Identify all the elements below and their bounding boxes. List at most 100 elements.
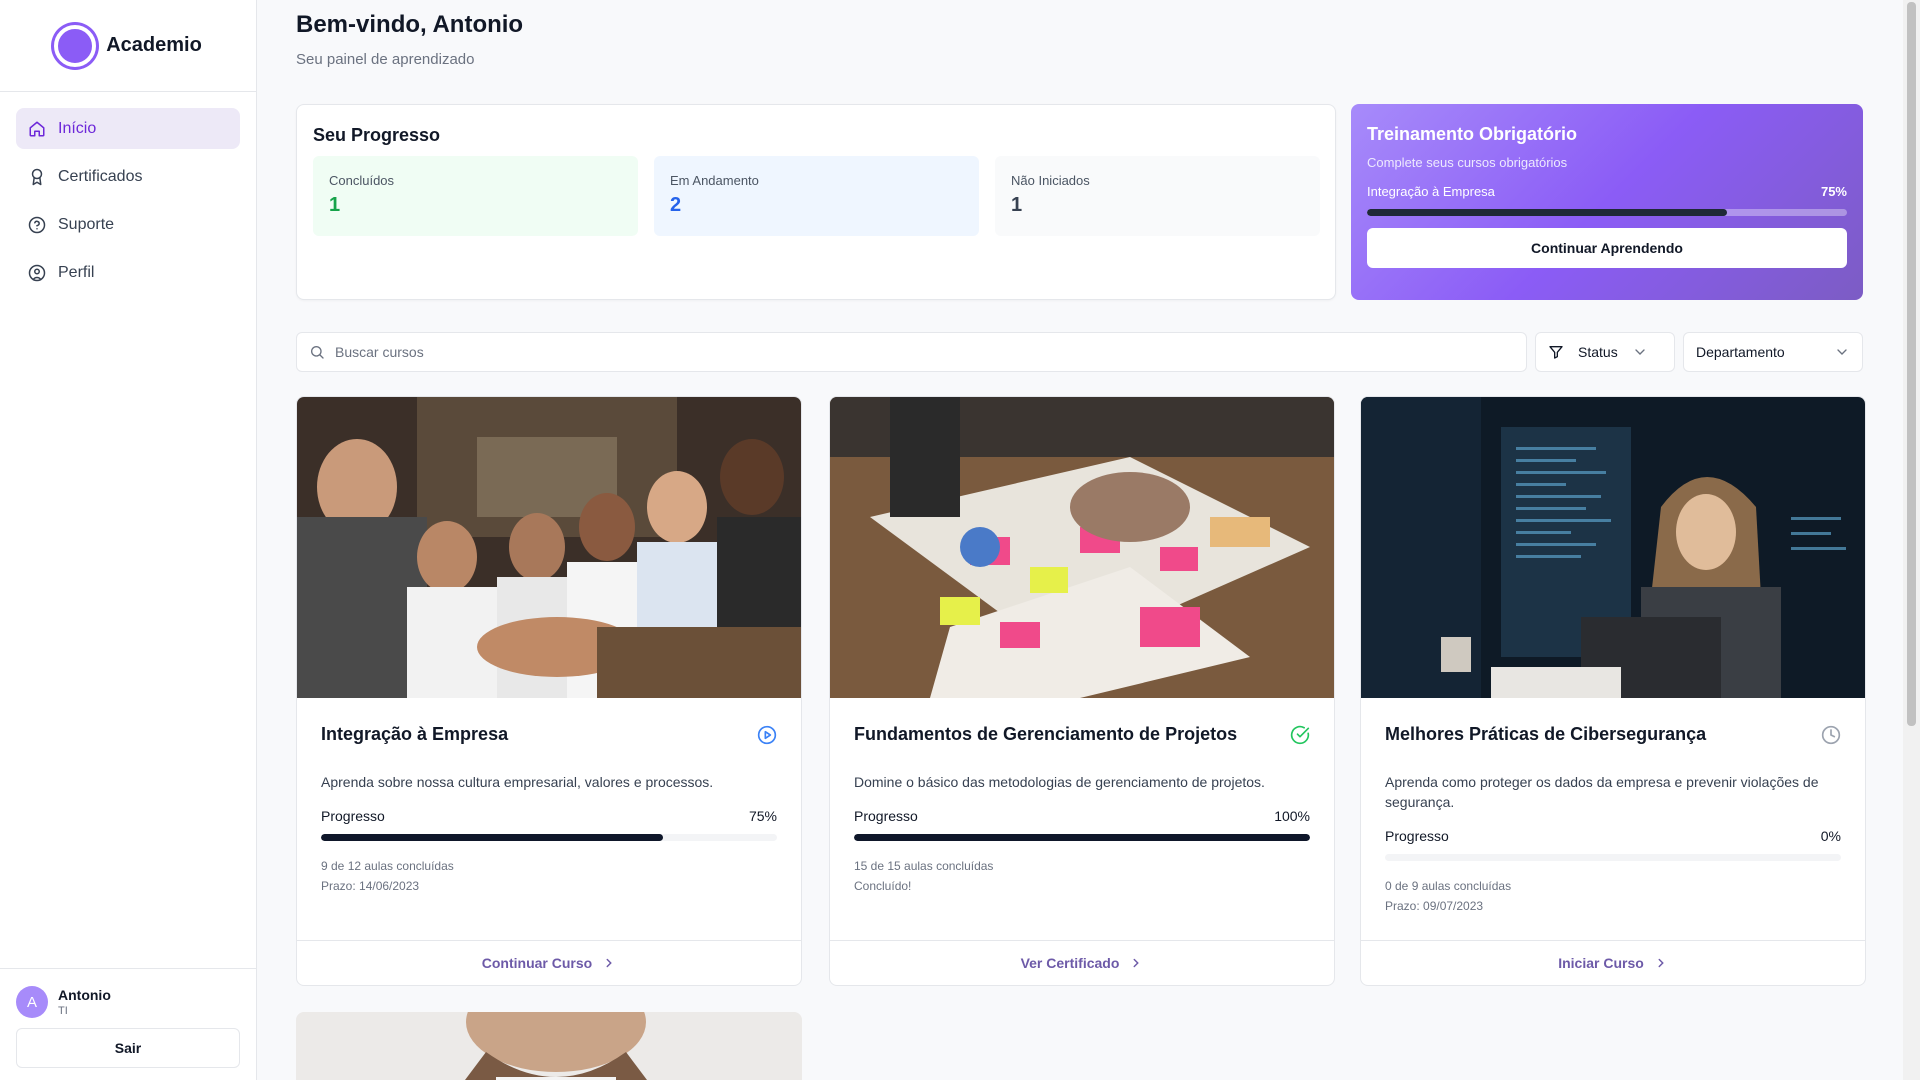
- progress-percent: 0%: [1820, 828, 1841, 844]
- course-description: Aprenda como proteger os dados da empres…: [1385, 774, 1819, 810]
- stat-in-progress: Em Andamento 2: [654, 156, 979, 236]
- course-card[interactable]: Melhores Práticas de Cibersegurança Apre…: [1360, 396, 1866, 986]
- chevron-down-icon: [1635, 349, 1645, 355]
- sidebar-item-suporte[interactable]: Suporte: [16, 204, 240, 245]
- course-card[interactable]: Integração à Empresa Aprenda sobre nossa…: [296, 396, 802, 986]
- clock-icon: [1821, 725, 1841, 744]
- lessons-count: 9 de 12 aulas concluídas: [321, 859, 454, 873]
- status-filter[interactable]: Status: [1535, 332, 1675, 372]
- status-filter-label: Status: [1578, 344, 1618, 360]
- course-meta: 0 de 9 aulas concluídas Prazo: 09/07/202…: [1385, 876, 1841, 916]
- scrollbar-thumb[interactable]: [1907, 2, 1916, 726]
- progress-fill: [1367, 209, 1727, 216]
- mandatory-description: Complete seus cursos obrigatórios: [1367, 155, 1568, 170]
- continue-course-button[interactable]: Continuar Curso: [297, 940, 801, 985]
- brand-logo: [54, 24, 97, 67]
- home-icon: [29, 121, 45, 136]
- course-meta: 15 de 15 aulas concluídas Concluído!: [854, 856, 1310, 896]
- brand-name: Academio: [106, 34, 202, 56]
- start-course-button[interactable]: Iniciar Curso: [1361, 940, 1865, 985]
- progress-label: Progresso: [854, 808, 918, 824]
- course-meta: 9 de 12 aulas concluídas Prazo: 14/06/20…: [321, 856, 777, 896]
- search-icon: [311, 346, 324, 359]
- filter-icon: [1549, 346, 1563, 359]
- mandatory-progress-bar: [1367, 209, 1847, 216]
- page-title: Bem-vindo, Antonio: [296, 11, 524, 38]
- chevron-down-icon: [1837, 349, 1847, 355]
- avatar: A: [16, 986, 48, 1018]
- course-description: Domine o básico das metodologias de gere…: [854, 774, 1265, 790]
- stat-label: Concluídos: [329, 173, 395, 188]
- sidebar-item-label: Suporte: [58, 215, 115, 233]
- progress-card: Seu Progresso Concluídos 1 Em Andamento …: [296, 104, 1336, 300]
- check-circle-icon: [1290, 725, 1310, 744]
- course-action-label: Continuar Curso: [481, 955, 593, 971]
- user-name: Antonio: [58, 987, 111, 1003]
- course-card[interactable]: [296, 1012, 802, 1080]
- mandatory-title: Treinamento Obrigatório: [1367, 124, 1578, 144]
- help-circle-icon: [28, 216, 46, 233]
- progress-percent: 75%: [748, 808, 777, 824]
- play-circle-icon: [757, 725, 777, 744]
- scrollbar[interactable]: [1903, 0, 1920, 1080]
- progress-fill: [321, 834, 663, 841]
- course-description: Aprenda sobre nossa cultura empresarial,…: [321, 774, 714, 790]
- course-action-label: Iniciar Curso: [1558, 955, 1644, 971]
- progress-label: Progresso: [321, 808, 385, 824]
- user-info: A Antonio TI: [16, 986, 240, 1018]
- sidebar: Academio Início Certificados Suporte Per…: [0, 0, 257, 1080]
- course-progress-row: Progresso 0%: [1385, 828, 1841, 844]
- view-certificate-button[interactable]: Ver Certificado: [830, 940, 1334, 985]
- course-image: [297, 397, 801, 698]
- lessons-count: 0 de 9 aulas concluídas: [1385, 879, 1512, 893]
- chevron-right-icon: [606, 958, 612, 968]
- course-image: [296, 1012, 802, 1080]
- chevron-right-icon: [1133, 958, 1140, 968]
- sidebar-item-perfil[interactable]: Perfil: [16, 252, 240, 293]
- continue-learning-button[interactable]: Continuar Aprendendo: [1367, 228, 1847, 268]
- course-action-label: Ver Certificado: [1020, 955, 1120, 971]
- logout-button[interactable]: Sair: [16, 1028, 240, 1068]
- progress-title: Seu Progresso: [313, 125, 441, 145]
- stat-label: Não Iniciados: [1011, 173, 1090, 188]
- sidebar-item-inicio[interactable]: Início: [16, 108, 240, 149]
- course-title: Melhores Práticas de Cibersegurança: [1385, 724, 1707, 744]
- course-title: Fundamentos de Gerenciamento de Projetos: [854, 724, 1238, 744]
- user-circle-icon: [28, 264, 46, 281]
- course-progress-row: Progresso 75%: [321, 808, 777, 824]
- sidebar-item-label: Início: [58, 119, 97, 137]
- page-subtitle: Seu painel de aprendizado: [296, 51, 475, 68]
- course-progress-bar: [321, 834, 777, 841]
- sidebar-item-label: Perfil: [58, 263, 95, 281]
- stat-value: 1: [1011, 194, 1023, 216]
- stat-value: 2: [670, 194, 682, 216]
- course-progress-bar: [1385, 854, 1841, 861]
- progress-label: Progresso: [1385, 828, 1449, 844]
- sidebar-item-label: Certificados: [58, 167, 143, 185]
- course-title: Integração à Empresa: [321, 724, 509, 744]
- progress-percent: 100%: [1274, 808, 1310, 824]
- department-filter[interactable]: Departamento: [1683, 332, 1863, 372]
- search-input[interactable]: [335, 344, 1526, 360]
- award-icon: [31, 168, 43, 185]
- mandatory-course-name: Integração à Empresa: [1367, 184, 1495, 199]
- sidebar-nav: Início Certificados Suporte Perfil: [0, 92, 256, 316]
- user-department: TI: [58, 1005, 68, 1017]
- course-image: [1361, 397, 1865, 698]
- main-content: Bem-vindo, Antonio Seu painel de aprendi…: [257, 0, 1920, 1080]
- mandatory-training-card: Treinamento Obrigatório Complete seus cu…: [1351, 104, 1863, 300]
- brand[interactable]: Academio: [0, 0, 256, 92]
- stat-not-started: Não Iniciados 1: [995, 156, 1320, 236]
- course-card[interactable]: Fundamentos de Gerenciamento de Projetos…: [829, 396, 1335, 986]
- course-deadline: Prazo: 14/06/2023: [321, 879, 420, 893]
- stat-value: 1: [329, 194, 341, 216]
- course-progress-bar: [854, 834, 1310, 841]
- search-box[interactable]: [296, 332, 1527, 372]
- chevron-right-icon: [1658, 958, 1664, 968]
- sidebar-item-certificados[interactable]: Certificados: [16, 156, 240, 197]
- sidebar-footer: A Antonio TI Sair: [0, 968, 256, 1080]
- department-filter-label: Departamento: [1696, 344, 1785, 360]
- progress-fill: [854, 834, 1310, 841]
- course-deadline: Concluído!: [854, 879, 912, 893]
- course-image: [830, 397, 1334, 698]
